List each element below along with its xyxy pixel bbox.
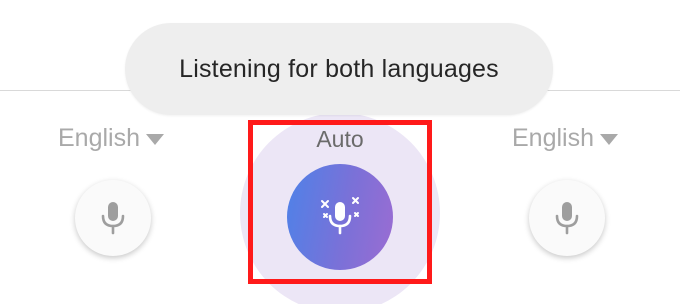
toast-text: Listening for both languages	[179, 54, 499, 83]
microphone-sparkle-icon	[321, 197, 359, 235]
microphone-icon	[555, 202, 579, 235]
conversation-screen: Listening for both languages English Aut…	[0, 0, 680, 304]
left-mic-button[interactable]	[75, 180, 151, 256]
auto-mode-label: Auto	[316, 126, 364, 152]
auto-mic-button[interactable]	[287, 164, 393, 270]
right-mic-button[interactable]	[529, 180, 605, 256]
listening-toast: Listening for both languages	[125, 23, 553, 115]
microphone-icon	[101, 202, 125, 235]
